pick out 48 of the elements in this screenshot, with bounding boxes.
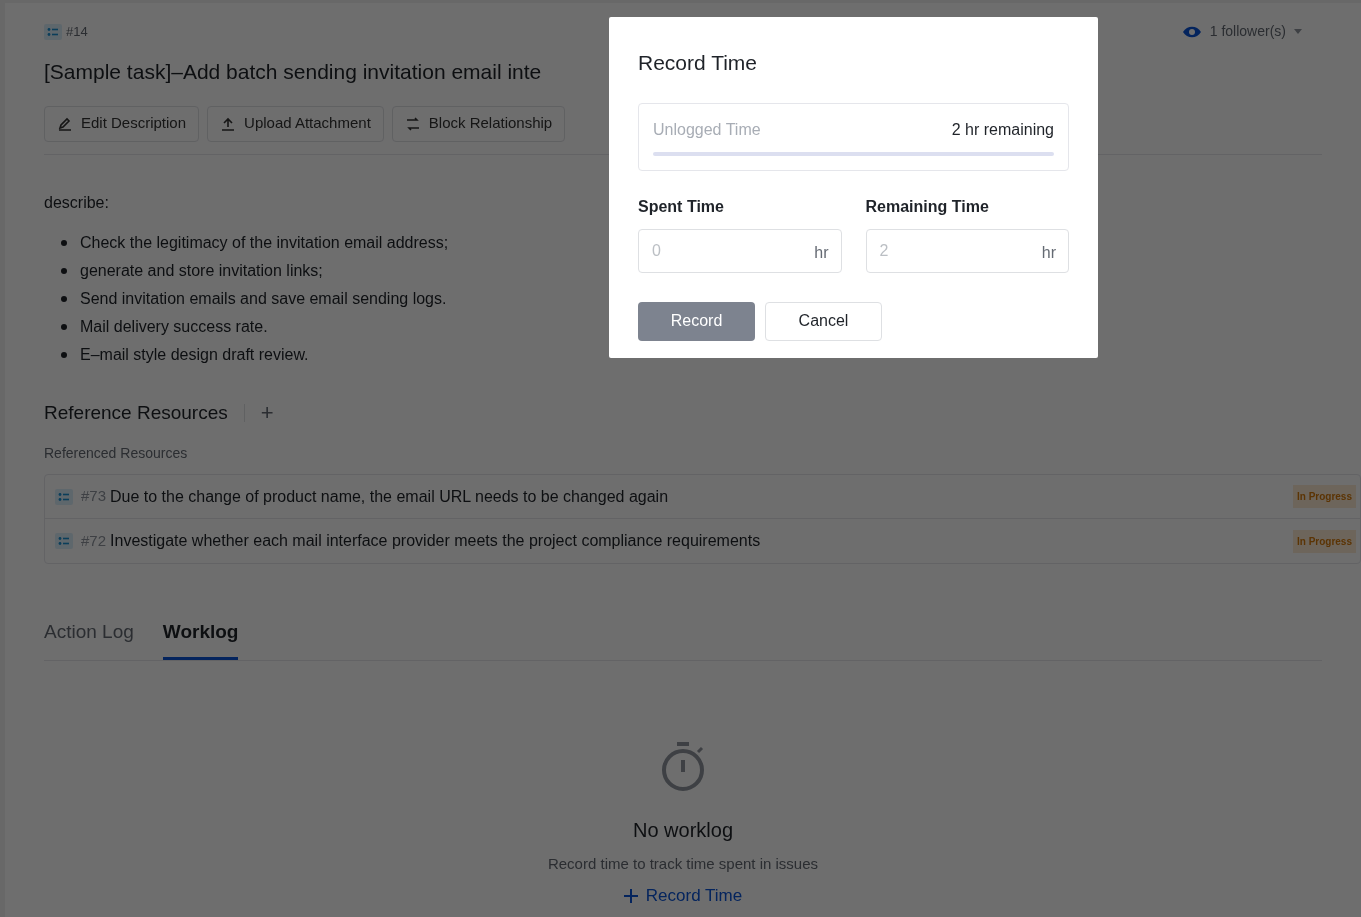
bullet-icon — [61, 323, 67, 330]
list-icon — [44, 23, 62, 40]
status-badge: In Progress — [1292, 529, 1356, 553]
reference-title: Due to the change of product name, the email URL needs to be changed again — [110, 486, 669, 507]
link-arrows-icon — [404, 115, 421, 132]
cancel-button[interactable]: Cancel — [765, 301, 882, 341]
bullet-icon — [61, 351, 67, 358]
dialog-title: Record Time — [638, 50, 759, 76]
task-title: [Sample task]–Add batch sending invitation email inte — [44, 59, 542, 85]
eye-icon — [1181, 24, 1202, 39]
empty-title: No worklog — [632, 817, 733, 843]
bullet-icon — [61, 267, 67, 274]
stopwatch-icon — [660, 740, 706, 793]
list-icon — [55, 533, 73, 549]
toolbar-button[interactable]: Upload Attachment — [207, 105, 384, 142]
list-icon — [55, 488, 73, 505]
description-item: E–mail style design draft review. — [80, 344, 309, 365]
reference-title: Investigate whether each mail interface provider meets the project compliance requirements — [110, 531, 761, 551]
toolbar-button[interactable]: Edit Description — [44, 105, 200, 142]
bullet-icon — [61, 295, 67, 302]
remaining-text: 2 hr remaining — [951, 119, 1054, 140]
add-button[interactable]: + — [260, 401, 274, 424]
upload-icon — [220, 115, 237, 132]
description-item: Mail delivery success rate. — [80, 316, 268, 337]
plus-icon — [623, 888, 638, 903]
description-item: Check the legitimacy of the invitation email address; — [80, 232, 449, 253]
section-subtitle: Referenced Resources — [44, 444, 189, 463]
caret-icon — [1294, 29, 1302, 34]
unit-label: hr — [1041, 242, 1056, 263]
description-item: generate and store invitation links; — [80, 260, 323, 281]
task-number: #14 — [66, 22, 88, 41]
unlogged-label: Unlogged Time — [653, 119, 761, 140]
description-item: Send invitation emails and save email sending logs. — [80, 288, 447, 309]
status-badge: In Progress — [1292, 485, 1356, 508]
empty-text: Record time to track time spent in issues — [547, 853, 819, 874]
toolbar-button[interactable]: Block Relationship — [391, 105, 566, 142]
record-time-link[interactable]: Record Time — [623, 883, 743, 909]
record-button[interactable]: Record — [638, 301, 755, 341]
description-label: describe: — [44, 192, 109, 213]
bullet-icon — [61, 239, 67, 246]
followers-button[interactable]: 1 follower(s) — [1181, 21, 1302, 42]
field-label: Spent Time — [638, 196, 725, 217]
tab[interactable]: Action Log — [44, 618, 134, 660]
unit-label: hr — [814, 242, 829, 263]
tab[interactable]: Worklog — [162, 618, 239, 660]
pencil-icon — [57, 115, 73, 132]
field-label: Remaining Time — [865, 196, 990, 217]
section-title: Reference Resources — [44, 400, 228, 425]
